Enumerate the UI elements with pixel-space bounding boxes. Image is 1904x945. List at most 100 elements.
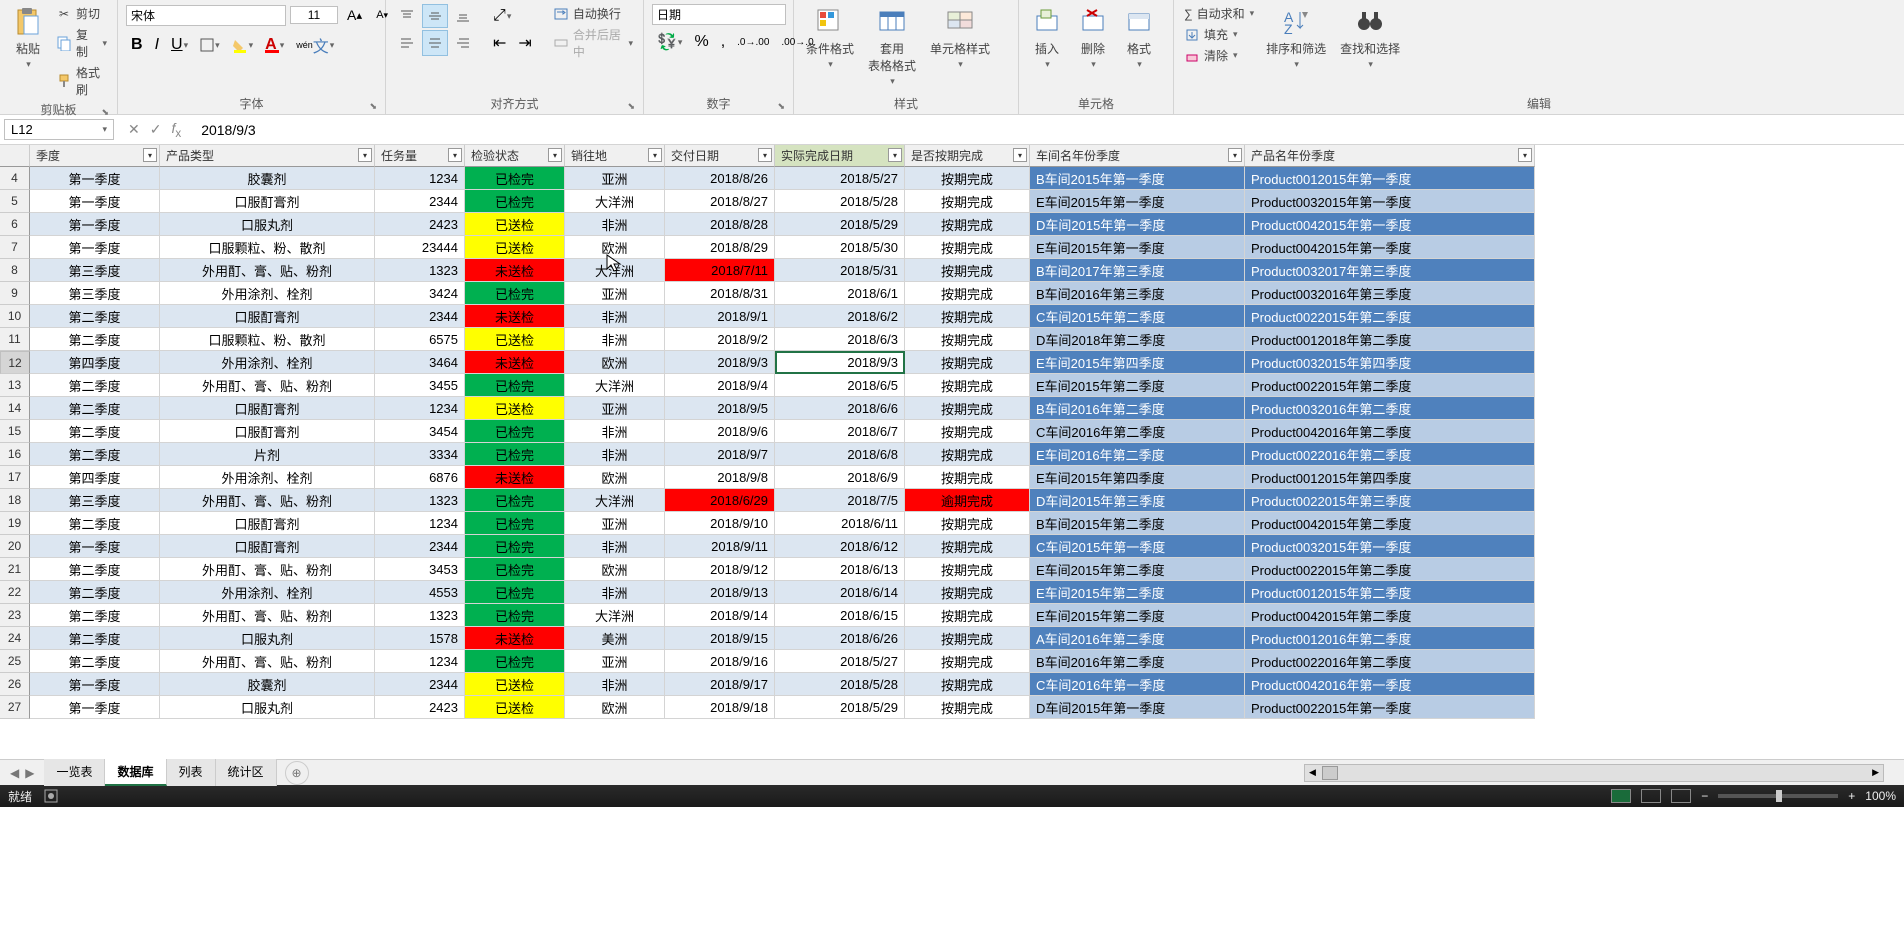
cell[interactable]: 2018/9/5 xyxy=(665,397,775,420)
cell[interactable]: Product0022016年第二季度 xyxy=(1245,443,1535,466)
row-header[interactable]: 4 xyxy=(0,167,30,190)
row-header[interactable]: 14 xyxy=(0,397,30,420)
cell[interactable]: 按期完成 xyxy=(905,604,1030,627)
cell[interactable]: 2018/9/1 xyxy=(665,305,775,328)
font-size-select[interactable]: 11 xyxy=(290,6,338,24)
cell[interactable]: 2018/6/8 xyxy=(775,443,905,466)
cell[interactable]: 第二季度 xyxy=(30,397,160,420)
format-painter-button[interactable]: 格式刷 xyxy=(54,63,109,99)
column-header[interactable]: 是否按期完成▾ xyxy=(905,145,1030,167)
cell[interactable]: 2018/6/14 xyxy=(775,581,905,604)
cell[interactable]: Product0042015年第二季度 xyxy=(1245,512,1535,535)
cell[interactable]: 口服丸剂 xyxy=(160,696,375,719)
cell[interactable]: Product0042015年第一季度 xyxy=(1245,213,1535,236)
cell[interactable]: 片剂 xyxy=(160,443,375,466)
cell[interactable]: 2018/6/15 xyxy=(775,604,905,627)
sheet-tab[interactable]: 统计区 xyxy=(216,759,277,786)
cell[interactable]: 2018/9/15 xyxy=(665,627,775,650)
cell[interactable]: C车间2016年第一季度 xyxy=(1030,673,1245,696)
column-header[interactable]: 任务量▾ xyxy=(375,145,465,167)
cell[interactable]: 已检完 xyxy=(465,581,565,604)
cell[interactable]: 第二季度 xyxy=(30,305,160,328)
increase-decimal-button[interactable]: .0→.00 xyxy=(732,29,774,55)
cell[interactable]: 已检完 xyxy=(465,604,565,627)
cell[interactable]: 3455 xyxy=(375,374,465,397)
row-header[interactable]: 7 xyxy=(0,236,30,259)
cell[interactable]: 3424 xyxy=(375,282,465,305)
cell[interactable]: 按期完成 xyxy=(905,466,1030,489)
cell[interactable]: 2018/6/12 xyxy=(775,535,905,558)
cell[interactable]: 逾期完成 xyxy=(905,489,1030,512)
cell[interactable]: 2018/9/7 xyxy=(665,443,775,466)
percent-button[interactable]: % xyxy=(689,29,713,55)
comma-button[interactable]: , xyxy=(716,29,730,55)
cell[interactable]: 2344 xyxy=(375,673,465,696)
cell[interactable]: 2018/5/29 xyxy=(775,213,905,236)
cell[interactable]: 第二季度 xyxy=(30,650,160,673)
number-format-select[interactable]: 日期 xyxy=(652,4,786,25)
cell[interactable]: 已送检 xyxy=(465,236,565,259)
cell[interactable]: 3454 xyxy=(375,420,465,443)
column-header[interactable]: 销往地▾ xyxy=(565,145,665,167)
cell[interactable]: 第四季度 xyxy=(30,466,160,489)
cell[interactable]: 2018/5/28 xyxy=(775,190,905,213)
filter-icon[interactable]: ▾ xyxy=(1518,148,1532,162)
cell[interactable]: 第一季度 xyxy=(30,213,160,236)
cell[interactable]: 2018/6/5 xyxy=(775,374,905,397)
confirm-formula-button[interactable]: ✓ xyxy=(150,121,162,138)
row-header[interactable]: 12 xyxy=(0,351,30,374)
spreadsheet-grid[interactable]: 季度▾产品类型▾任务量▾检验状态▾销往地▾交付日期▾实际完成日期▾是否按期完成▾… xyxy=(0,145,1904,759)
cell[interactable]: Product0042015年第二季度 xyxy=(1245,604,1535,627)
cell[interactable]: 非洲 xyxy=(565,328,665,351)
row-header[interactable]: 18 xyxy=(0,489,30,512)
cell[interactable]: 已检完 xyxy=(465,512,565,535)
cell[interactable]: 1234 xyxy=(375,650,465,673)
cell[interactable]: 2018/8/26 xyxy=(665,167,775,190)
copy-button[interactable]: 复制▾ xyxy=(54,25,109,61)
cell[interactable]: 外用涂剂、栓剂 xyxy=(160,282,375,305)
zoom-in-button[interactable]: + xyxy=(1848,789,1855,803)
cell[interactable]: 已检完 xyxy=(465,420,565,443)
zoom-slider[interactable] xyxy=(1718,794,1838,798)
cell[interactable]: 口服酊膏剂 xyxy=(160,420,375,443)
align-bottom-button[interactable] xyxy=(450,4,476,28)
cell[interactable]: 1234 xyxy=(375,167,465,190)
cell[interactable]: D车间2015年第三季度 xyxy=(1030,489,1245,512)
cell[interactable]: 2018/9/8 xyxy=(665,466,775,489)
cell[interactable]: 按期完成 xyxy=(905,374,1030,397)
cells-area[interactable]: 第一季度胶囊剂1234已检完亚洲2018/8/262018/5/27按期完成B车… xyxy=(30,167,1535,719)
cell[interactable]: 2018/9/12 xyxy=(665,558,775,581)
conditional-format-button[interactable]: 条件格式▾ xyxy=(802,4,858,72)
cell[interactable]: 已检完 xyxy=(465,489,565,512)
cell[interactable]: B车间2017年第三季度 xyxy=(1030,259,1245,282)
column-header[interactable]: 实际完成日期▾ xyxy=(775,145,905,167)
cell[interactable]: 第二季度 xyxy=(30,558,160,581)
cell[interactable]: 按期完成 xyxy=(905,351,1030,374)
cell[interactable]: 已检完 xyxy=(465,282,565,305)
cell[interactable]: B车间2016年第二季度 xyxy=(1030,397,1245,420)
autosum-button[interactable]: ∑自动求和▾ xyxy=(1182,4,1256,23)
align-top-button[interactable] xyxy=(394,4,420,28)
align-right-button[interactable] xyxy=(450,30,476,56)
filter-icon[interactable]: ▾ xyxy=(1228,148,1242,162)
filter-icon[interactable]: ▾ xyxy=(358,148,372,162)
cell[interactable]: 6876 xyxy=(375,466,465,489)
row-header[interactable]: 22 xyxy=(0,581,30,604)
row-header[interactable]: 17 xyxy=(0,466,30,489)
fill-button[interactable]: 填充▾ xyxy=(1182,25,1256,44)
scroll-right-icon[interactable]: ▶ xyxy=(1868,767,1883,778)
cell[interactable]: 大洋洲 xyxy=(565,259,665,282)
normal-view-button[interactable] xyxy=(1611,789,1631,803)
cell[interactable]: B车间2015年第二季度 xyxy=(1030,512,1245,535)
cell[interactable]: 亚洲 xyxy=(565,282,665,305)
cell[interactable]: C车间2016年第二季度 xyxy=(1030,420,1245,443)
cell[interactable]: 口服颗粒、粉、散剂 xyxy=(160,328,375,351)
cell[interactable]: 按期完成 xyxy=(905,259,1030,282)
macro-record-icon[interactable] xyxy=(44,789,58,803)
cell[interactable]: 未送检 xyxy=(465,627,565,650)
cell[interactable]: D车间2015年第一季度 xyxy=(1030,696,1245,719)
cell[interactable]: 按期完成 xyxy=(905,328,1030,351)
cell[interactable]: 口服丸剂 xyxy=(160,213,375,236)
cell[interactable]: 2018/8/31 xyxy=(665,282,775,305)
cell[interactable]: E车间2015年第四季度 xyxy=(1030,466,1245,489)
